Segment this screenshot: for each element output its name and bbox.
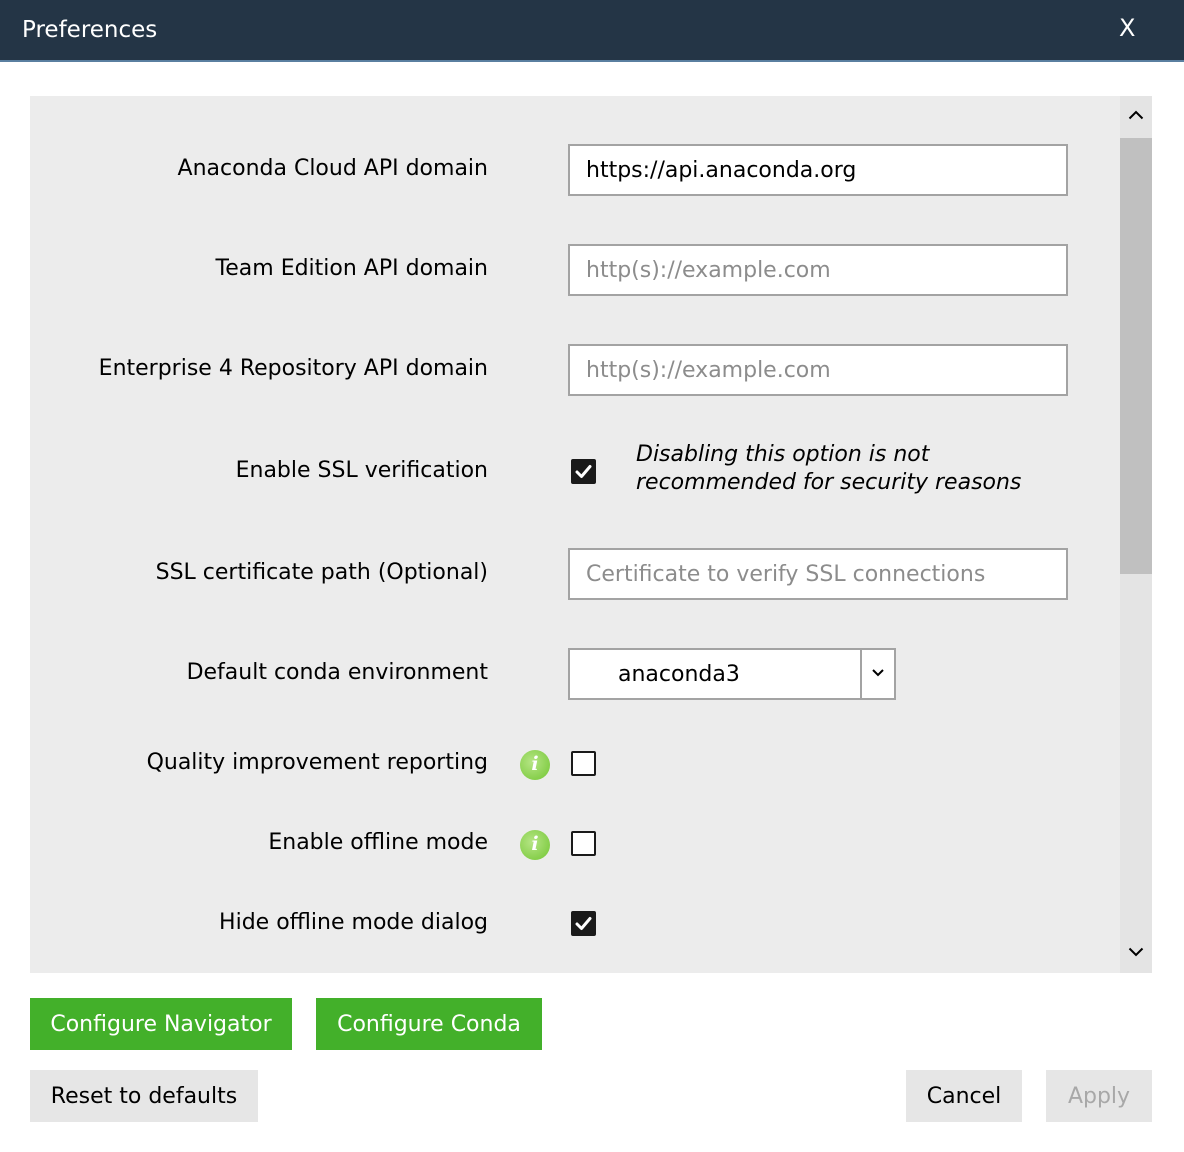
close-button[interactable]: X [1119,14,1135,42]
default-env-select[interactable]: anaconda3 [568,648,896,700]
enterprise-api-label: Enterprise 4 Repository API domain [98,356,488,381]
configure-conda-button[interactable]: Configure Conda [316,998,542,1050]
ssl-verify-note: Disabling this option is not recommended… [636,441,1021,497]
scroll-up-button[interactable] [1120,96,1152,136]
hide-offline-dialog-label: Hide offline mode dialog [219,910,488,935]
cancel-button[interactable]: Cancel [906,1070,1022,1122]
title-bar: Preferences X [0,0,1184,62]
ssl-note-line-1: Disabling this option is not [636,442,930,467]
cloud-api-label: Anaconda Cloud API domain [177,156,488,181]
team-api-label: Team Edition API domain [215,256,488,281]
configure-navigator-button[interactable]: Configure Navigator [30,998,292,1050]
enterprise-api-input[interactable] [568,344,1068,396]
dropdown-button[interactable] [860,650,894,698]
apply-button[interactable]: Apply [1046,1070,1152,1122]
preferences-panel: Anaconda Cloud API domain Team Edition A… [30,96,1152,973]
chevron-down-icon [872,669,884,677]
reset-defaults-button[interactable]: Reset to defaults [30,1070,258,1122]
offline-mode-label: Enable offline mode [268,830,488,855]
chevron-up-icon [1128,110,1144,120]
hide-offline-dialog-checkbox[interactable] [571,911,596,936]
team-api-input[interactable] [568,244,1068,296]
info-icon[interactable]: i [520,750,550,780]
scrollbar-thumb[interactable] [1120,138,1152,574]
info-icon[interactable]: i [520,830,550,860]
scroll-down-button[interactable] [1120,933,1152,973]
offline-mode-checkbox[interactable] [571,831,596,856]
checkmark-icon [575,465,592,478]
ssl-cert-label: SSL certificate path (Optional) [155,560,488,585]
vertical-scrollbar[interactable] [1120,96,1152,973]
ssl-cert-input[interactable] [568,548,1068,600]
window-title: Preferences [22,17,158,43]
ssl-verify-label: Enable SSL verification [235,458,488,483]
default-env-label: Default conda environment [186,660,488,685]
ssl-note-line-2: recommended for security reasons [636,470,1022,495]
checkmark-icon [575,917,592,930]
default-env-value: anaconda3 [618,662,740,687]
cloud-api-input[interactable] [568,144,1068,196]
quality-reporting-label: Quality improvement reporting [146,750,488,775]
chevron-down-icon [1128,947,1144,957]
quality-reporting-checkbox[interactable] [571,751,596,776]
ssl-verify-checkbox[interactable] [571,459,596,484]
